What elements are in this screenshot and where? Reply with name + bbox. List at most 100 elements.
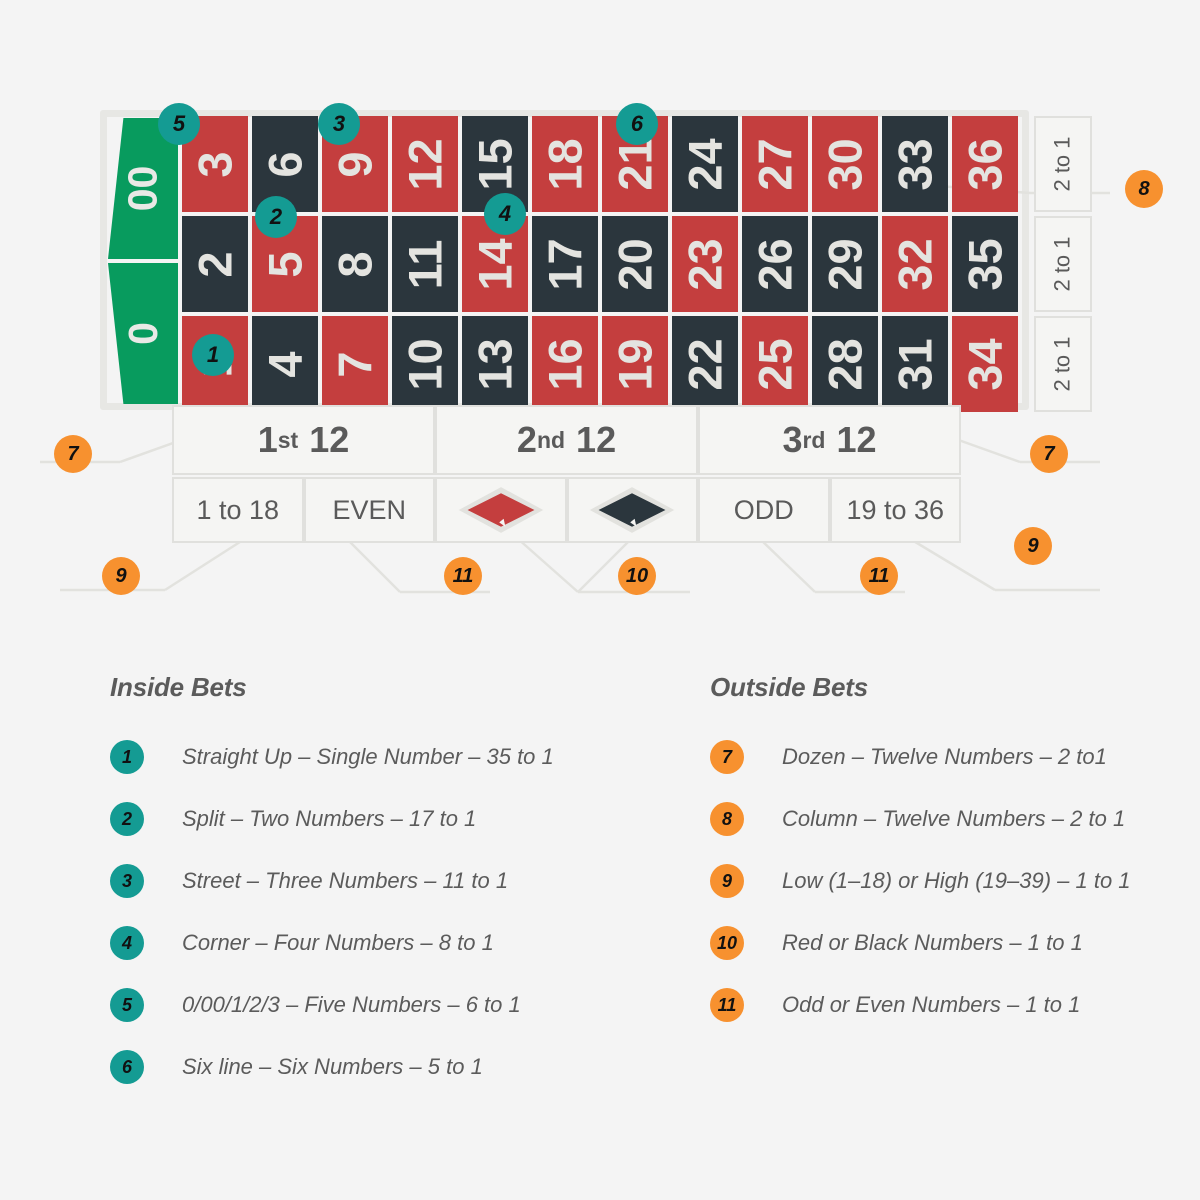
dozen-bet-3[interactable]: 3rd 12	[698, 405, 961, 475]
legend-text-8: Column – Twelve Numbers – 2 to 1	[782, 806, 1126, 831]
bet-cell-34-label: 34	[958, 337, 1012, 391]
bet-cell-20[interactable]: 20	[602, 216, 668, 312]
bet-cell-17[interactable]: 17	[532, 216, 598, 312]
legend-item: 6 Six line – Six Numbers – 5 to 1	[110, 1050, 554, 1084]
column-bet-2[interactable]: 2 to 1	[1034, 216, 1092, 312]
bet-cell-19[interactable]: 19	[602, 316, 668, 412]
legend-item: 5 0/00/1/2/3 – Five Numbers – 6 to 1	[110, 988, 554, 1022]
outside-bet-red[interactable]	[435, 477, 567, 543]
bet-cell-13[interactable]: 13	[462, 316, 528, 412]
outside-bet-even[interactable]: EVEN	[303, 477, 435, 543]
outside-bet-1-to-18[interactable]: 1 to 18	[172, 477, 304, 543]
bet-cell-32[interactable]: 32	[882, 216, 948, 312]
bet-cell-25[interactable]: 25	[742, 316, 808, 412]
marker-badge-11a: 11	[444, 557, 482, 595]
bet-cell-35[interactable]: 35	[952, 216, 1018, 312]
bet-cell-19-label: 19	[608, 337, 662, 391]
legend-badge-11: 11	[710, 988, 744, 1022]
black-diamond-icon	[588, 487, 676, 533]
dozen-bet-2[interactable]: 2nd 12	[435, 405, 698, 475]
bet-cell-22[interactable]: 22	[672, 316, 738, 412]
bet-cell-8[interactable]: 8	[322, 216, 388, 312]
marker-badge-2: 2	[255, 196, 297, 238]
bet-cell-3-label: 3	[188, 150, 242, 178]
bet-cell-7[interactable]: 7	[322, 316, 388, 412]
column-bet-1[interactable]: 2 to 1	[1034, 116, 1092, 212]
bet-cell-0[interactable]: 0	[108, 263, 178, 404]
bet-cell-18-label: 18	[538, 137, 592, 191]
legend-inside-list: 1 Straight Up – Single Number – 35 to 1 2 S…	[110, 740, 554, 1084]
dozen-3-ordinal: rd	[802, 426, 826, 453]
bet-cell-33[interactable]: 33	[882, 116, 948, 212]
outside-bet-label: EVEN	[332, 494, 407, 525]
dozen-bet-1[interactable]: 1st 12	[172, 405, 435, 475]
marker-badge-6: 6	[616, 103, 658, 145]
bet-cell-4-label: 4	[258, 350, 312, 378]
legend-badge-6: 6	[110, 1050, 144, 1084]
bet-cell-36-label: 36	[958, 137, 1012, 191]
legend-text-9: Low (1–18) or High (19–39) – 1 to 1	[782, 868, 1131, 893]
marker-badge-9b: 9	[1014, 527, 1052, 565]
bet-cell-16[interactable]: 16	[532, 316, 598, 412]
legend-outside-bets: Outside Bets 7 Dozen – Twelve Numbers – 2…	[710, 672, 1131, 1051]
bet-cell-30[interactable]: 30	[812, 116, 878, 212]
marker-badge-8: 8	[1125, 170, 1163, 208]
legend-text-2: Split – Two Numbers – 17 to 1	[182, 806, 477, 831]
column-bet-2-label: 2 to 1	[1050, 236, 1076, 292]
bet-cell-34[interactable]: 34	[952, 316, 1018, 412]
outside-bet-19-to-36[interactable]: 19 to 36	[829, 477, 961, 543]
bet-cell-8-label: 8	[328, 250, 382, 278]
marker-badge-9a: 9	[102, 557, 140, 595]
bet-cell-23[interactable]: 23	[672, 216, 738, 312]
dozen-1-twelve: 12	[309, 419, 350, 460]
bet-cell-23-label: 23	[678, 237, 732, 291]
legend-badge-1: 1	[110, 740, 144, 774]
legend-item: 9 Low (1–18) or High (19–39) – 1 to 1	[710, 864, 1131, 898]
bet-cell-11[interactable]: 11	[392, 216, 458, 312]
legend-text-10: Red or Black Numbers – 1 to 1	[782, 930, 1083, 955]
bet-cell-28[interactable]: 28	[812, 316, 878, 412]
bet-cell-4[interactable]: 4	[252, 316, 318, 412]
bet-cell-29[interactable]: 29	[812, 216, 878, 312]
marker-badge-10: 10	[618, 557, 656, 595]
leader-line-9-left	[164, 538, 244, 592]
legend-text-6: Six line – Six Numbers – 5 to 1	[182, 1054, 483, 1079]
legend-item: 4 Corner – Four Numbers – 8 to 1	[110, 926, 554, 960]
bet-cell-10[interactable]: 10	[392, 316, 458, 412]
marker-badge-3: 3	[318, 103, 360, 145]
column-bet-3[interactable]: 2 to 1	[1034, 316, 1092, 412]
bet-cell-31[interactable]: 31	[882, 316, 948, 412]
bet-cell-33-label: 33	[888, 137, 942, 191]
legend-text-4: Corner – Four Numbers – 8 to 1	[182, 930, 494, 955]
bet-cell-12[interactable]: 12	[392, 116, 458, 212]
legend-text-5: 0/00/1/2/3 – Five Numbers – 6 to 1	[182, 992, 521, 1017]
marker-badge-1: 1	[192, 334, 234, 376]
legend-badge-3: 3	[110, 864, 144, 898]
bet-cell-0-label: 0	[119, 322, 166, 345]
bet-cell-35-label: 35	[958, 237, 1012, 291]
bet-cell-36[interactable]: 36	[952, 116, 1018, 212]
legend-item: 7 Dozen – Twelve Numbers – 2 to1	[710, 740, 1131, 774]
dozens-row: 1st 12 2nd 12 3rd 12	[172, 405, 961, 475]
leader-line-11-left	[344, 536, 401, 593]
legend-item: 1 Straight Up – Single Number – 35 to 1	[110, 740, 554, 774]
outside-bet-black[interactable]	[566, 477, 698, 543]
legend-text-7: Dozen – Twelve Numbers – 2 to1	[782, 744, 1107, 769]
outside-bet-odd[interactable]: ODD	[698, 477, 830, 543]
bet-cell-26[interactable]: 26	[742, 216, 808, 312]
legend-outside-list: 7 Dozen – Twelve Numbers – 2 to1 8 Column –…	[710, 740, 1131, 1022]
legend-text-1: Straight Up – Single Number – 35 to 1	[182, 744, 554, 769]
bet-cell-24[interactable]: 24	[672, 116, 738, 212]
bet-cell-18[interactable]: 18	[532, 116, 598, 212]
outside-bet-label: ODD	[733, 494, 794, 525]
legend-badge-4: 4	[110, 926, 144, 960]
bet-cell-24-label: 24	[678, 137, 732, 191]
bet-cell-2[interactable]: 2	[182, 216, 248, 312]
marker-badge-4: 4	[484, 193, 526, 235]
legend-item: 8 Column – Twelve Numbers – 2 to 1	[710, 802, 1131, 836]
bet-cell-7-label: 7	[328, 350, 382, 378]
bet-cell-27[interactable]: 27	[742, 116, 808, 212]
bet-cell-00-label: 00	[119, 165, 166, 212]
bet-cell-17-label: 17	[538, 237, 592, 291]
number-grid: 3 6 9 12 15 18 21 24 27 30 33 36 2 5 8 11 14 17 20 23 26 29 32…	[182, 116, 1018, 412]
